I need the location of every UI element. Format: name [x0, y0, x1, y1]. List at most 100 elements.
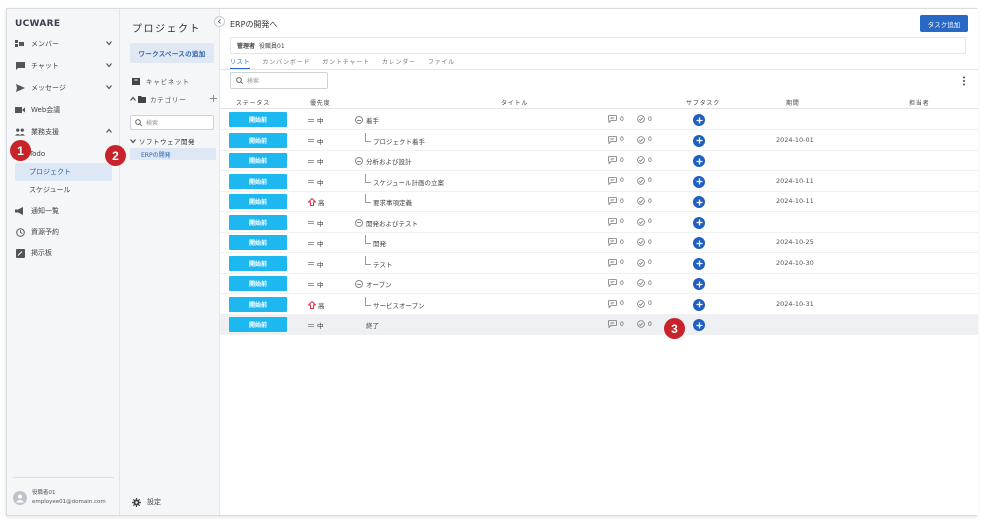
task-title[interactable]: 要求事項定義: [365, 194, 412, 207]
status-button[interactable]: 開始前: [229, 194, 287, 209]
add-category-icon[interactable]: [210, 95, 217, 102]
checklist-count[interactable]: 0: [637, 197, 652, 205]
tab-gantt[interactable]: ガントチャート: [322, 57, 370, 69]
priority-cell[interactable]: 中: [308, 259, 324, 269]
comment-count[interactable]: 0: [608, 299, 624, 308]
checklist-count[interactable]: 0: [637, 279, 652, 287]
add-subtask-button[interactable]: [693, 155, 705, 167]
task-search-input[interactable]: 検索: [230, 72, 328, 89]
tab-files[interactable]: ファイル: [428, 57, 455, 69]
comment-count[interactable]: 0: [608, 115, 624, 123]
project-search-input[interactable]: 検索: [130, 115, 214, 130]
checklist-count[interactable]: 0: [637, 156, 652, 164]
priority-cell[interactable]: 中: [308, 238, 324, 248]
priority-cell[interactable]: 中: [308, 177, 324, 187]
table-row[interactable]: 開始前 中 着手 0 0: [220, 110, 978, 130]
nav-business-support[interactable]: 業務支援: [7, 122, 120, 142]
task-title[interactable]: 着手: [355, 115, 379, 125]
task-title[interactable]: 分析および設計: [355, 156, 412, 166]
status-button[interactable]: 開始前: [229, 132, 287, 148]
tree-parent-software[interactable]: ソフトウェア開発: [130, 136, 195, 146]
status-button[interactable]: 開始前: [229, 153, 287, 168]
task-title[interactable]: オープン: [355, 279, 392, 289]
comment-count[interactable]: 0: [608, 279, 624, 287]
nav-sub-schedule[interactable]: スケジュール: [15, 181, 112, 199]
add-subtask-button[interactable]: [693, 216, 705, 229]
comment-count[interactable]: 0: [608, 135, 624, 144]
nav-board[interactable]: 掲示板: [7, 243, 120, 263]
tab-calendar[interactable]: カレンダー: [382, 57, 416, 69]
task-title[interactable]: スケジュール計画の立案: [365, 173, 444, 187]
nav-sub-project[interactable]: プロジェクト: [15, 163, 112, 181]
add-subtask-button[interactable]: [693, 257, 705, 270]
add-subtask-button[interactable]: [693, 196, 705, 208]
nav-chat[interactable]: チャット: [7, 56, 120, 76]
comment-count[interactable]: 0: [608, 197, 624, 205]
comment-count[interactable]: 0: [608, 156, 624, 164]
add-subtask-button[interactable]: [693, 237, 705, 249]
nav-resource-booking[interactable]: 資源予約: [7, 222, 120, 242]
add-subtask-button[interactable]: [693, 114, 705, 126]
table-row[interactable]: 開始前 中 終了 0 0: [220, 315, 978, 335]
comment-count[interactable]: 0: [608, 320, 624, 328]
checklist-count[interactable]: 0: [637, 217, 652, 226]
user-profile[interactable]: 役職者01 employee01@domain.com: [13, 489, 106, 507]
comment-count[interactable]: 0: [608, 258, 624, 267]
checklist-count[interactable]: 0: [637, 299, 652, 308]
task-title[interactable]: 開発およびテスト: [355, 218, 418, 228]
collapse-icon[interactable]: [355, 218, 363, 227]
table-row[interactable]: 開始前 高 サービスオープン 0 0 2024-10-31: [220, 295, 978, 315]
nav-members[interactable]: メンバー: [7, 34, 120, 54]
add-subtask-button[interactable]: [693, 175, 705, 188]
category-item[interactable]: カテゴリー: [130, 94, 187, 104]
checklist-count[interactable]: 0: [637, 135, 652, 144]
status-button[interactable]: 開始前: [229, 317, 287, 332]
add-task-button[interactable]: タスク追加: [920, 15, 968, 32]
table-row[interactable]: 開始前 中 開発およびテスト 0 0: [220, 213, 978, 233]
nav-message[interactable]: メッセージ: [7, 78, 120, 98]
collapse-icon[interactable]: [355, 116, 363, 124]
collapse-icon[interactable]: [355, 280, 363, 288]
priority-cell[interactable]: 中: [308, 218, 324, 228]
table-row[interactable]: 開始前 中 分析および設計 0 0: [220, 151, 978, 171]
status-button[interactable]: 開始前: [229, 214, 287, 230]
comment-count[interactable]: 0: [608, 176, 624, 185]
task-title[interactable]: テスト: [365, 255, 393, 269]
nav-notifications[interactable]: 通知一覧: [7, 201, 120, 221]
priority-cell[interactable]: 中: [308, 136, 324, 146]
table-row[interactable]: 開始前 中 プロジェクト着手 0 0 2024-10-01: [220, 131, 978, 151]
status-button[interactable]: 開始前: [229, 276, 287, 291]
add-subtask-button[interactable]: [693, 319, 705, 331]
collapse-icon[interactable]: [355, 157, 363, 165]
table-row[interactable]: 開始前 中 開発 0 0 2024-10-25: [220, 233, 978, 253]
checklist-count[interactable]: 0: [637, 238, 652, 246]
task-title[interactable]: サービスオープン: [365, 296, 425, 310]
status-button[interactable]: 開始前: [229, 112, 287, 127]
tab-kanban[interactable]: カンバンボード: [262, 57, 310, 69]
add-subtask-button[interactable]: [693, 298, 705, 311]
task-title[interactable]: 開発: [365, 235, 386, 248]
status-button[interactable]: 開始前: [229, 173, 287, 189]
comment-count[interactable]: 0: [608, 217, 624, 226]
settings-button[interactable]: 設定: [132, 497, 161, 507]
checklist-count[interactable]: 0: [637, 115, 652, 123]
priority-cell[interactable]: 高: [308, 197, 325, 207]
status-button[interactable]: 開始前: [229, 296, 287, 312]
comment-count[interactable]: 0: [608, 238, 624, 246]
table-row[interactable]: 開始前 中 オープン 0 0: [220, 274, 978, 294]
add-subtask-button[interactable]: [693, 134, 705, 147]
status-button[interactable]: 開始前: [229, 235, 287, 250]
nav-web-meeting[interactable]: Web会議: [7, 100, 120, 120]
add-subtask-button[interactable]: [693, 278, 705, 290]
checklist-count[interactable]: 0: [637, 258, 652, 267]
checklist-count[interactable]: 0: [637, 176, 652, 185]
table-row[interactable]: 開始前 中 スケジュール計画の立案 0 0 2024-10-11: [220, 172, 978, 192]
priority-cell[interactable]: 中: [308, 279, 324, 289]
task-title[interactable]: プロジェクト着手: [365, 132, 425, 146]
add-workspace-button[interactable]: ワークスペースの追加: [130, 43, 214, 63]
status-button[interactable]: 開始前: [229, 255, 287, 271]
collapse-panel-button[interactable]: [214, 16, 225, 27]
priority-cell[interactable]: 中: [308, 320, 324, 330]
task-title[interactable]: 終了: [355, 320, 379, 330]
cabinet-item[interactable]: キャビネット: [132, 76, 190, 86]
